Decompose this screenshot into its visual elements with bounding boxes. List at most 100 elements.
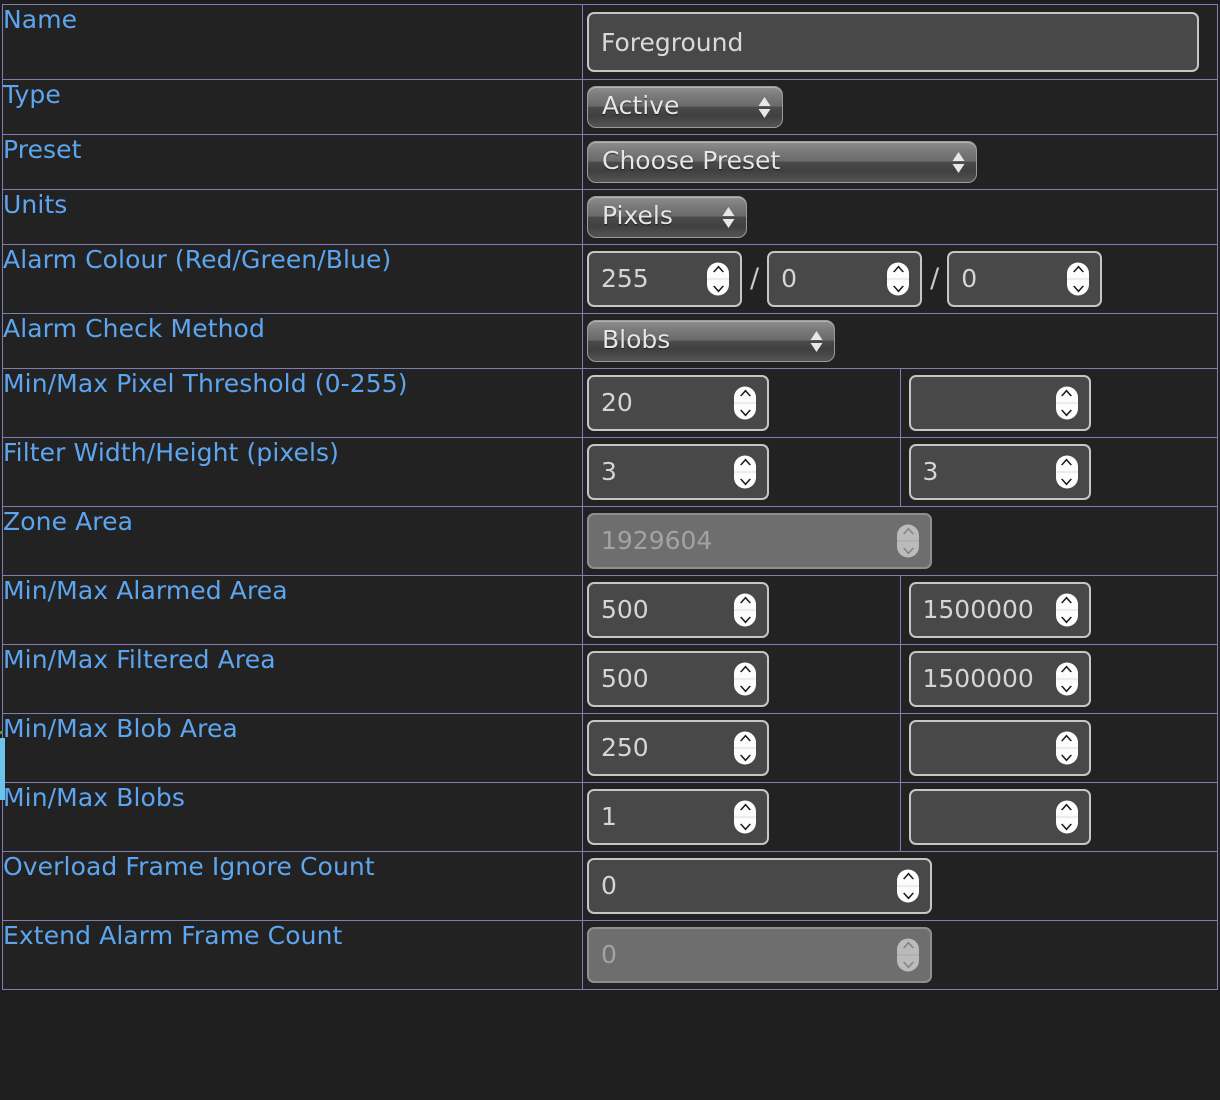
alarmed-area-max-input[interactable]: 1500000 [908,582,1091,638]
label-extend-alarm-frame-count: Extend Alarm Frame Count [2,920,583,990]
alarm-colour-red-input[interactable]: 255 [587,251,742,307]
type-select[interactable]: Active [587,86,783,128]
table-row-overload-frame-ignore-count: Overload Frame Ignore Count 0 [2,851,1218,921]
blob-area-min-input[interactable]: 250 [587,720,769,776]
label-units: Units [2,189,583,245]
cell-pixel-threshold-min: 20 [582,368,901,438]
spinner-icon[interactable] [1055,386,1078,420]
spinner-icon[interactable] [887,262,910,296]
cell-alarmed-area-min: 500 [582,575,901,645]
spinner-icon[interactable] [734,731,756,765]
cell-alarm-colour-value: 255 / 0 / 0 [582,244,1218,314]
filtered-area-min-input[interactable]: 500 [587,651,769,707]
filtered-area-max-value: 1500000 [922,664,1034,693]
label-filter-size: Filter Width/Height (pixels) [2,437,583,507]
chevron-updown-icon [951,149,965,175]
spinner-icon[interactable] [1055,731,1078,765]
spinner-icon[interactable] [707,262,729,296]
filtered-area-max-input[interactable]: 1500000 [908,651,1091,707]
table-row-alarmed-area: Min/Max Alarmed Area 500 1500000 [2,575,1218,645]
colour-separator-1: / [750,263,760,294]
cell-overload-frame-ignore-count-value: 0 [582,851,1218,921]
cell-name-value [582,4,1218,80]
cell-filtered-area-max: 1500000 [899,644,1218,714]
filter-width-input[interactable]: 3 [587,444,769,500]
spinner-icon[interactable] [1055,662,1078,696]
preset-select-label: Choose Preset [602,146,781,175]
alarmed-area-min-input[interactable]: 500 [587,582,769,638]
preset-select[interactable]: Choose Preset [587,141,977,183]
label-overload-frame-ignore-count: Overload Frame Ignore Count [2,851,583,921]
label-preset: Preset [2,134,583,190]
overload-frame-ignore-count-input[interactable]: 0 [587,858,932,914]
units-select[interactable]: Pixels [587,196,747,238]
table-row-pixel-threshold: Min/Max Pixel Threshold (0-255) 20 [2,368,1218,438]
extend-alarm-frame-count-value: 0 [601,940,617,969]
name-input[interactable] [587,12,1199,72]
label-type: Type [2,79,583,135]
label-zone-area: Zone Area [2,506,583,576]
spinner-icon[interactable] [1055,800,1078,834]
spinner-icon[interactable] [734,800,756,834]
table-row-filtered-area: Min/Max Filtered Area 500 1500000 [2,644,1218,714]
spinner-icon [897,938,919,972]
alarmed-area-min-value: 500 [601,595,649,624]
alarmed-area-max-value: 1500000 [922,595,1034,624]
scroll-marker-dot [0,731,3,734]
spinner-icon[interactable] [1055,455,1078,489]
spinner-icon[interactable] [734,455,756,489]
spinner-icon [897,524,919,558]
cell-blob-area-max [899,713,1218,783]
cell-alarm-check-method-value: Blobs [582,313,1218,369]
vertical-scroll-indicator[interactable] [0,738,5,800]
alarm-colour-green-input[interactable]: 0 [767,251,923,307]
type-select-label: Active [602,91,680,120]
alarm-colour-blue-input[interactable]: 0 [947,251,1103,307]
overload-frame-ignore-count-value: 0 [601,871,617,900]
zone-area-value: 1929604 [601,526,713,555]
spinner-icon[interactable] [1055,593,1078,627]
label-pixel-threshold: Min/Max Pixel Threshold (0-255) [2,368,583,438]
table-row-filter-size: Filter Width/Height (pixels) 3 3 [2,437,1218,507]
table-row-units: Units Pixels [2,189,1218,245]
alarm-check-method-select[interactable]: Blobs [587,320,835,362]
blob-area-min-value: 250 [601,733,649,762]
alarm-colour-red-value: 255 [601,264,649,293]
cell-type-value: Active [582,79,1218,135]
table-row-alarm-colour: Alarm Colour (Red/Green/Blue) 255 / 0 / … [2,244,1218,314]
spinner-icon[interactable] [734,386,756,420]
spinner-icon[interactable] [1067,262,1090,296]
label-filtered-area: Min/Max Filtered Area [2,644,583,714]
pixel-threshold-max-input[interactable] [908,375,1091,431]
filter-width-value: 3 [601,457,617,486]
cell-blob-area-min: 250 [582,713,901,783]
spinner-icon[interactable] [734,662,756,696]
table-row-blobs: Min/Max Blobs 1 [2,782,1218,852]
label-alarmed-area: Min/Max Alarmed Area [2,575,583,645]
chevron-updown-icon [757,94,771,120]
table-row-preset: Preset Choose Preset [2,134,1218,190]
blob-area-max-input[interactable] [908,720,1091,776]
cell-blobs-max [899,782,1218,852]
table-row-blob-area: Min/Max Blob Area 250 [2,713,1218,783]
chevron-updown-icon [809,328,823,354]
pixel-threshold-min-input[interactable]: 20 [587,375,769,431]
spinner-icon[interactable] [734,593,756,627]
filter-height-value: 3 [922,457,939,486]
blobs-min-input[interactable]: 1 [587,789,769,845]
table-row-zone-area: Zone Area 1929604 [2,506,1218,576]
filter-height-input[interactable]: 3 [908,444,1091,500]
zone-area-input: 1929604 [587,513,932,569]
cell-zone-area-value: 1929604 [582,506,1218,576]
colour-separator-2: / [930,263,940,294]
cell-filtered-area-min: 500 [582,644,901,714]
label-blobs: Min/Max Blobs [2,782,583,852]
alarm-colour-green-value: 0 [781,264,798,293]
label-alarm-check-method: Alarm Check Method [2,313,583,369]
pixel-threshold-min-value: 20 [601,388,633,417]
blobs-max-input[interactable] [908,789,1091,845]
table-row-alarm-check-method: Alarm Check Method Blobs [2,313,1218,369]
zone-settings-form: Name Type Active [0,0,1220,1100]
spinner-icon[interactable] [897,869,919,903]
units-select-label: Pixels [602,201,673,230]
